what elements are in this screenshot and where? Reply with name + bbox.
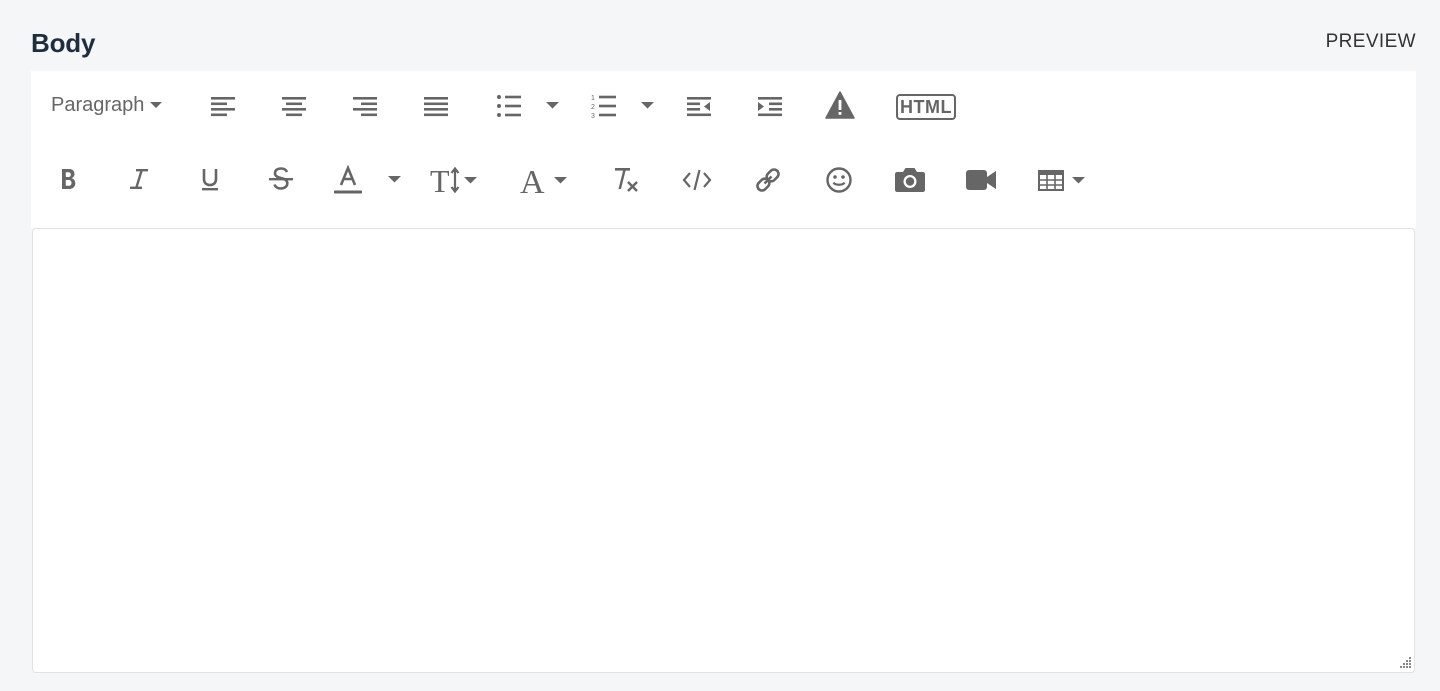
- strikethrough-icon: [269, 167, 293, 190]
- clear-formatting-icon: [615, 168, 638, 192]
- bullet-list-button[interactable]: [493, 91, 525, 121]
- link-icon: [756, 168, 780, 192]
- font-family-button[interactable]: A: [520, 163, 570, 197]
- indent-button[interactable]: [753, 91, 787, 121]
- html-source-button[interactable]: HTML: [895, 93, 957, 121]
- underline-icon: [202, 169, 218, 191]
- bold-button[interactable]: [53, 163, 83, 195]
- paragraph-format-label: Paragraph: [51, 93, 145, 116]
- numbered-list-icon: 1 2 3: [591, 95, 616, 119]
- insert-table-button[interactable]: [1037, 163, 1089, 197]
- align-left-button[interactable]: [206, 91, 240, 121]
- insert-video-button[interactable]: [964, 163, 998, 197]
- underline-button[interactable]: [195, 163, 225, 195]
- editor-content-area[interactable]: [32, 228, 1415, 673]
- strikethrough-button[interactable]: [266, 163, 296, 195]
- smiley-icon: [826, 167, 852, 193]
- field-title: Body: [31, 28, 96, 58]
- bold-icon: [62, 169, 76, 189]
- editor-toolbar: Paragraph 1 2 3 HTML T A: [31, 71, 1416, 228]
- clear-formatting-button[interactable]: [609, 163, 643, 197]
- preview-button[interactable]: PREVIEW: [1326, 31, 1416, 53]
- caret-down-icon: [150, 102, 163, 108]
- table-icon: [1038, 170, 1085, 191]
- svg-text:3: 3: [591, 113, 595, 119]
- editor-text: [33, 229, 1414, 261]
- bullet-list-options-button[interactable]: [541, 97, 563, 113]
- svg-text:2: 2: [591, 104, 595, 111]
- outdent-button[interactable]: [682, 91, 716, 121]
- code-icon: [682, 169, 712, 191]
- italic-icon: [130, 169, 148, 189]
- numbered-list-button[interactable]: 1 2 3: [588, 91, 620, 121]
- align-justify-button[interactable]: [419, 91, 453, 121]
- caret-down-icon: [640, 102, 654, 109]
- font-family-icon: A: [520, 165, 567, 195]
- video-camera-icon: [966, 170, 996, 190]
- align-left-icon: [211, 97, 235, 117]
- camera-icon: [895, 168, 925, 192]
- insert-image-button[interactable]: [893, 163, 927, 197]
- resize-handle-icon[interactable]: [1398, 656, 1412, 670]
- warning-icon: [825, 91, 855, 119]
- font-size-icon: T: [430, 165, 477, 195]
- align-right-icon: [353, 97, 377, 117]
- svg-text:1: 1: [591, 95, 595, 102]
- bullet-list-icon: [497, 95, 521, 117]
- font-size-button[interactable]: T: [429, 163, 481, 197]
- caret-down-icon: [545, 102, 559, 109]
- paragraph-format-dropdown[interactable]: Paragraph: [51, 88, 163, 122]
- svg-text:T: T: [430, 165, 450, 195]
- html-label: HTML: [900, 96, 952, 117]
- text-color-button[interactable]: [333, 163, 363, 197]
- outdent-icon: [687, 97, 711, 117]
- text-color-options-button[interactable]: [383, 171, 405, 187]
- align-right-button[interactable]: [348, 91, 382, 121]
- indent-icon: [758, 97, 782, 117]
- insert-emoji-button[interactable]: [822, 163, 856, 197]
- align-center-button[interactable]: [277, 91, 311, 121]
- align-center-icon: [282, 97, 306, 117]
- text-color-icon: [334, 165, 362, 194]
- align-justify-icon: [424, 97, 448, 117]
- field-header: Body PREVIEW: [31, 28, 1416, 62]
- italic-button[interactable]: [124, 163, 154, 195]
- code-view-button[interactable]: [679, 163, 715, 197]
- caret-down-icon: [387, 176, 401, 183]
- insert-link-button[interactable]: [751, 163, 785, 197]
- svg-text:A: A: [520, 165, 545, 195]
- warning-button[interactable]: [823, 89, 857, 121]
- numbered-list-options-button[interactable]: [636, 97, 658, 113]
